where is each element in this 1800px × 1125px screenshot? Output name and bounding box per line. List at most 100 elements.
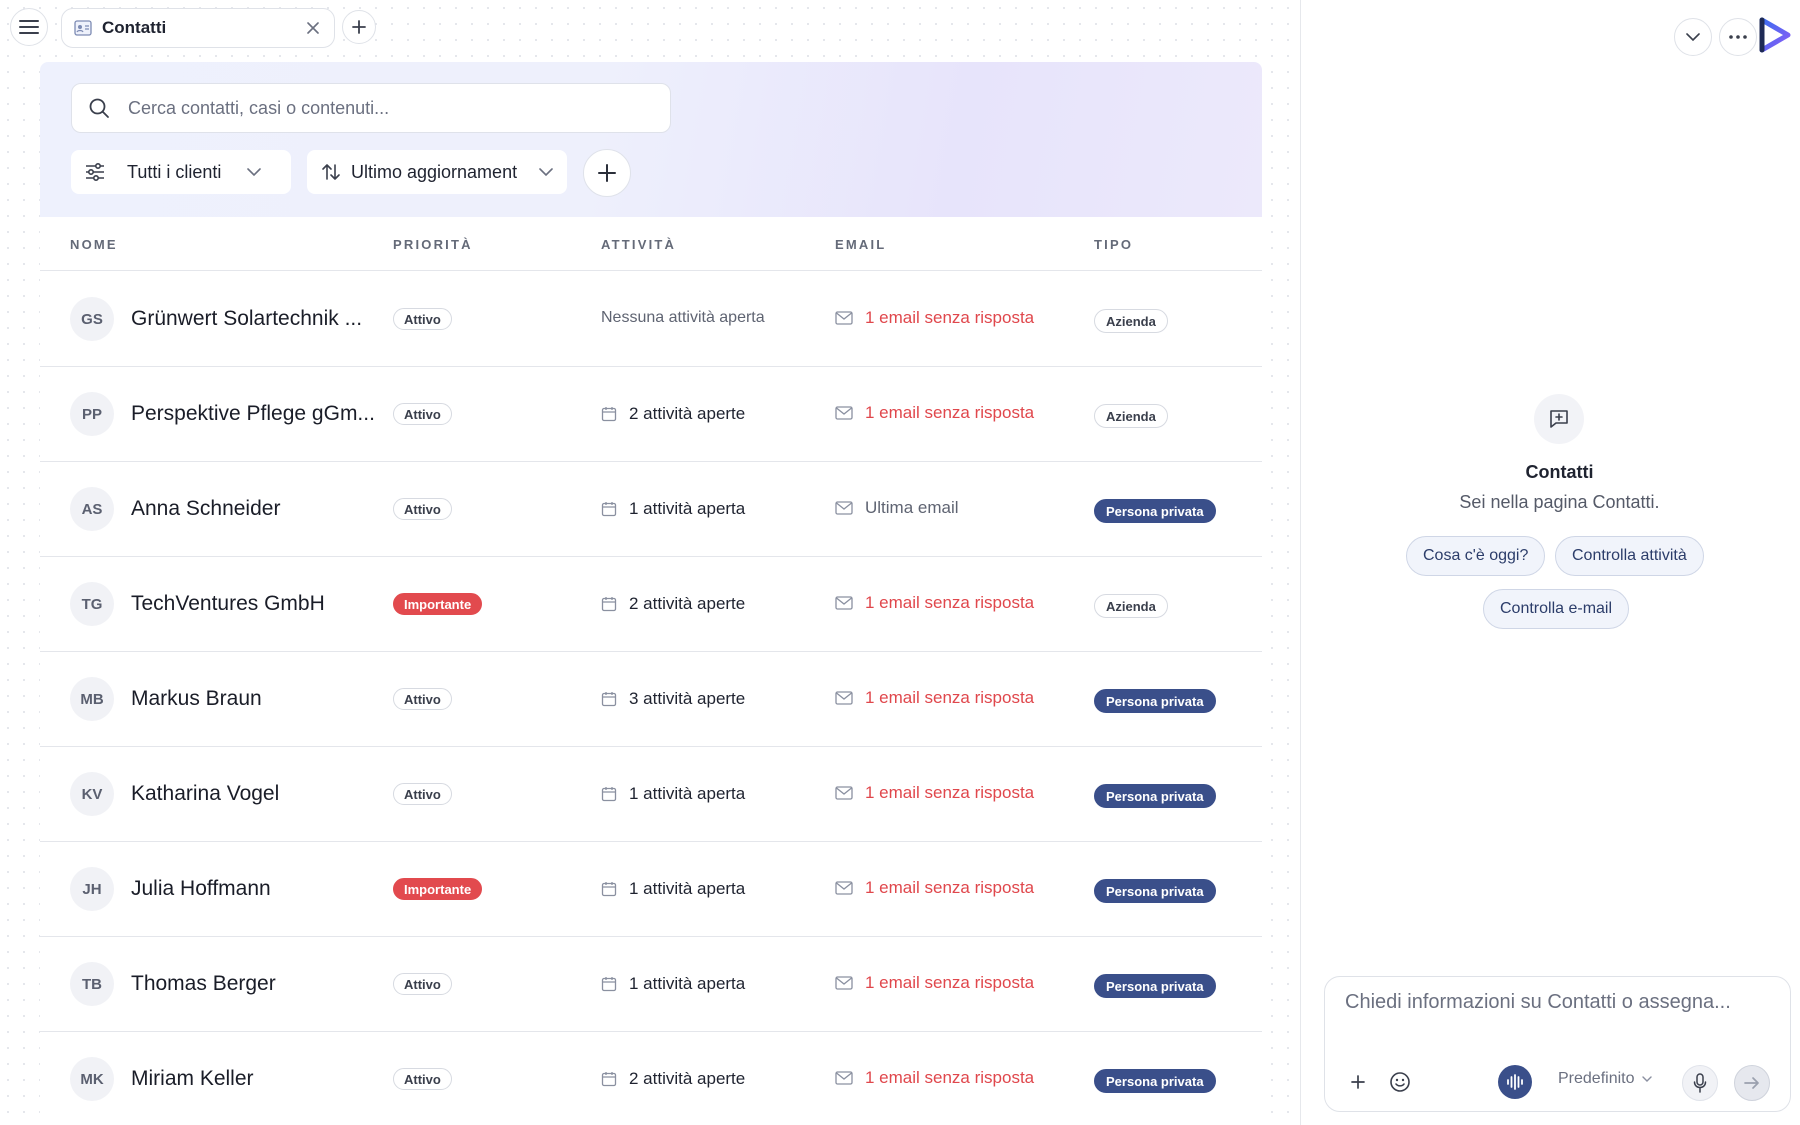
plus-icon — [351, 19, 367, 35]
email-status-text: 1 email senza risposta — [865, 973, 1035, 992]
email-cell[interactable]: 1 email senza risposta — [835, 308, 1034, 328]
add-contact-button[interactable] — [583, 149, 631, 197]
suggestion-chip-email[interactable]: Controlla e-mail — [1483, 589, 1630, 629]
avatar: KV — [70, 772, 114, 816]
calendar-icon — [601, 1071, 617, 1087]
assistant-panel: Contatti Sei nella pagina Contatti. Cosa… — [1300, 0, 1800, 1125]
priority-badge: Attivo — [393, 498, 452, 520]
mail-icon — [835, 691, 853, 705]
email-cell[interactable]: Ultima email — [835, 498, 959, 518]
email-status-text: 1 email senza risposta — [865, 593, 1035, 612]
search-box[interactable] — [71, 83, 671, 133]
priority-badge: Attivo — [393, 783, 452, 805]
sort-select[interactable]: Ultimo aggiornament — [307, 150, 567, 194]
column-header-email[interactable]: EMAIL — [835, 237, 886, 252]
activity-cell[interactable]: 1 attività aperta — [601, 784, 745, 804]
more-options-button[interactable] — [1719, 18, 1757, 56]
email-cell[interactable]: 1 email senza risposta — [835, 403, 1034, 423]
priority-badge: Attivo — [393, 403, 452, 425]
type-badge: Persona privata — [1094, 1069, 1216, 1093]
priority-badge: Attivo — [393, 1068, 452, 1090]
activity-cell[interactable]: 2 attività aperte — [601, 594, 745, 614]
column-header-priorita[interactable]: PRIORITÀ — [393, 237, 473, 252]
chat-input[interactable] — [1345, 991, 1775, 1031]
mail-icon — [835, 881, 853, 895]
suggestion-chip-activities[interactable]: Controlla attività — [1555, 536, 1704, 576]
model-label: Predefinito — [1558, 1070, 1635, 1087]
mail-icon — [835, 406, 853, 420]
type-badge: Persona privata — [1094, 499, 1216, 523]
suggestion-chip-today[interactable]: Cosa c'è oggi? — [1406, 536, 1546, 576]
table-row[interactable]: TB Thomas Berger Attivo 1 attività aperta 1 … — [40, 936, 1262, 1032]
send-button[interactable] — [1734, 1065, 1770, 1101]
contact-name[interactable]: Markus Braun — [131, 687, 262, 711]
client-filter-label: Tutti i clienti — [127, 161, 222, 182]
activity-cell[interactable]: 3 attività aperte — [601, 689, 745, 709]
email-cell[interactable]: 1 email senza risposta — [835, 973, 1034, 993]
column-header-nome[interactable]: NOME — [70, 237, 118, 252]
activity-cell[interactable]: 1 attività aperta — [601, 879, 745, 899]
chevron-down-icon — [1641, 1075, 1652, 1083]
calendar-icon — [601, 786, 617, 802]
email-cell[interactable]: 1 email senza risposta — [835, 1068, 1034, 1088]
contact-name[interactable]: TechVentures GmbH — [131, 592, 325, 616]
sort-icon — [321, 162, 341, 182]
activity-cell[interactable]: 2 attività aperte — [601, 404, 745, 424]
close-icon[interactable] — [304, 19, 322, 37]
contact-name[interactable]: Thomas Berger — [131, 972, 276, 996]
table-row[interactable]: PP Perspektive Pflege gGm... Attivo 2 attiv… — [40, 366, 1262, 462]
email-cell[interactable]: 1 email senza risposta — [835, 878, 1034, 898]
column-header-tipo[interactable]: TIPO — [1094, 237, 1133, 252]
priority-badge: Attivo — [393, 308, 452, 330]
calendar-icon — [601, 596, 617, 612]
model-select[interactable]: Predefinito — [1558, 1070, 1652, 1088]
menu-button[interactable] — [10, 8, 48, 46]
activity-cell[interactable]: 1 attività aperta — [601, 974, 745, 994]
plus-icon — [597, 163, 617, 183]
chevron-down-icon — [1686, 32, 1700, 42]
mail-icon — [835, 976, 853, 990]
column-header-attivita[interactable]: ATTIVITÀ — [601, 237, 676, 252]
table-row[interactable]: TG TechVentures GmbH Importante 2 attività … — [40, 556, 1262, 652]
activity-cell[interactable]: 2 attività aperte — [601, 1069, 745, 1089]
table-row[interactable]: MK Miriam Keller Attivo 2 attività aperte 1 … — [40, 1031, 1262, 1125]
email-cell[interactable]: 1 email senza risposta — [835, 593, 1034, 613]
email-status-text: 1 email senza risposta — [865, 403, 1035, 422]
voice-mode-button[interactable] — [1498, 1065, 1532, 1099]
email-cell[interactable]: 1 email senza risposta — [835, 783, 1034, 803]
contacts-tab-icon — [74, 20, 92, 36]
table-row[interactable]: AS Anna Schneider Attivo 1 attività aperta U… — [40, 461, 1262, 557]
contact-name[interactable]: Miriam Keller — [131, 1067, 254, 1091]
mail-icon — [835, 1071, 853, 1085]
contact-name[interactable]: Anna Schneider — [131, 497, 280, 521]
sort-label: Ultimo aggiornament — [351, 161, 518, 182]
table-row[interactable]: MB Markus Braun Attivo 3 attività aperte 1 e… — [40, 651, 1262, 747]
priority-badge: Attivo — [393, 688, 452, 710]
contact-name[interactable]: Katharina Vogel — [131, 782, 279, 806]
tab-contatti[interactable]: Contatti — [61, 8, 335, 48]
contact-name[interactable]: Julia Hoffmann — [131, 877, 271, 901]
new-tab-button[interactable] — [342, 10, 376, 44]
search-icon — [88, 97, 110, 119]
client-filter-select[interactable]: Tutti i clienti — [71, 150, 291, 194]
contact-name[interactable]: Perspektive Pflege gGm... — [131, 402, 375, 426]
calendar-icon — [601, 406, 617, 422]
email-status-text: 1 email senza risposta — [865, 688, 1035, 707]
microphone-button[interactable] — [1682, 1065, 1718, 1101]
search-input[interactable] — [128, 97, 648, 119]
send-icon — [1744, 1076, 1760, 1090]
table-row[interactable]: KV Katharina Vogel Attivo 1 attività aperta… — [40, 746, 1262, 842]
emoji-button[interactable] — [1387, 1069, 1413, 1095]
contact-name[interactable]: Grünwert Solartechnik ... — [131, 307, 362, 331]
table-row[interactable]: JH Julia Hoffmann Importante 1 attività ape… — [40, 841, 1262, 937]
activity-cell[interactable]: Nessuna attività aperta — [601, 309, 765, 327]
email-status-text: 1 email senza risposta — [865, 308, 1035, 327]
type-badge: Persona privata — [1094, 689, 1216, 713]
collapse-button[interactable] — [1674, 18, 1712, 56]
activity-cell[interactable]: 1 attività aperta — [601, 499, 745, 519]
table-row[interactable]: GS Grünwert Solartechnik ... Attivo Nessuna… — [40, 271, 1262, 367]
priority-badge: Importante — [393, 878, 483, 900]
attach-button[interactable] — [1345, 1069, 1371, 1095]
email-cell[interactable]: 1 email senza risposta — [835, 688, 1034, 708]
email-status-text: 1 email senza risposta — [865, 1068, 1035, 1087]
